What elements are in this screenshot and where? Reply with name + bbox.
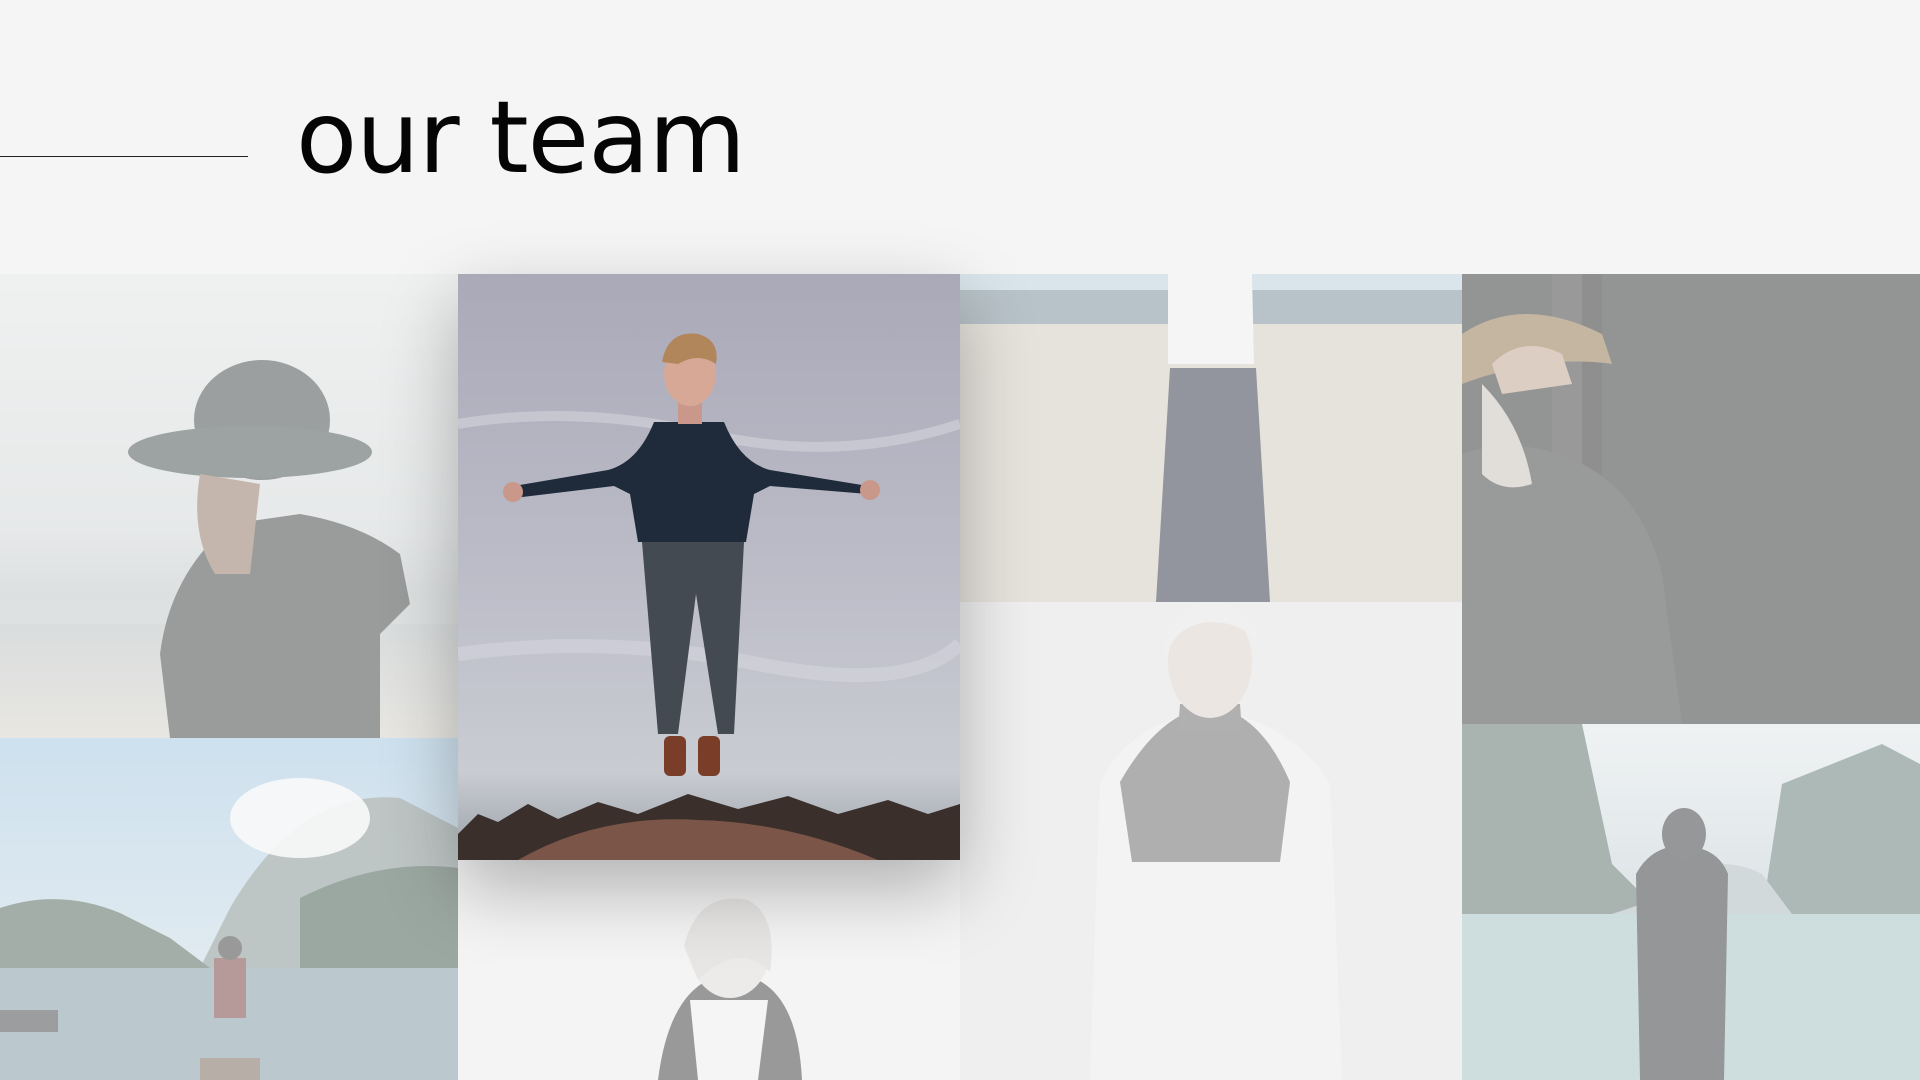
team-member-photo bbox=[0, 738, 458, 1080]
team-member-photo bbox=[0, 274, 458, 738]
team-photo-bearded-man-in-hat[interactable] bbox=[1462, 274, 1920, 724]
team-member-photo bbox=[458, 860, 960, 1080]
team-photo-man-levitating[interactable] bbox=[458, 274, 960, 860]
team-member-photo bbox=[960, 602, 1462, 1080]
team-photo-person-by-mountain-lake[interactable] bbox=[1462, 724, 1920, 1080]
team-photo-person-on-dock[interactable] bbox=[0, 738, 458, 1080]
team-member-photo bbox=[960, 274, 1462, 602]
team-photo-woman-in-hat[interactable] bbox=[0, 274, 458, 738]
page-title: our team bbox=[296, 79, 746, 196]
team-member-photo bbox=[458, 274, 960, 860]
team-photo-blonde-woman-white-coat[interactable] bbox=[960, 602, 1462, 1080]
team-photo-person-on-beach[interactable] bbox=[960, 274, 1462, 602]
team-page: our team bbox=[0, 0, 1920, 1080]
team-photo-blonde-woman-windswept[interactable] bbox=[458, 860, 960, 1080]
team-member-photo bbox=[1462, 724, 1920, 1080]
header-divider-line bbox=[0, 156, 248, 157]
team-member-photo bbox=[1462, 274, 1920, 724]
